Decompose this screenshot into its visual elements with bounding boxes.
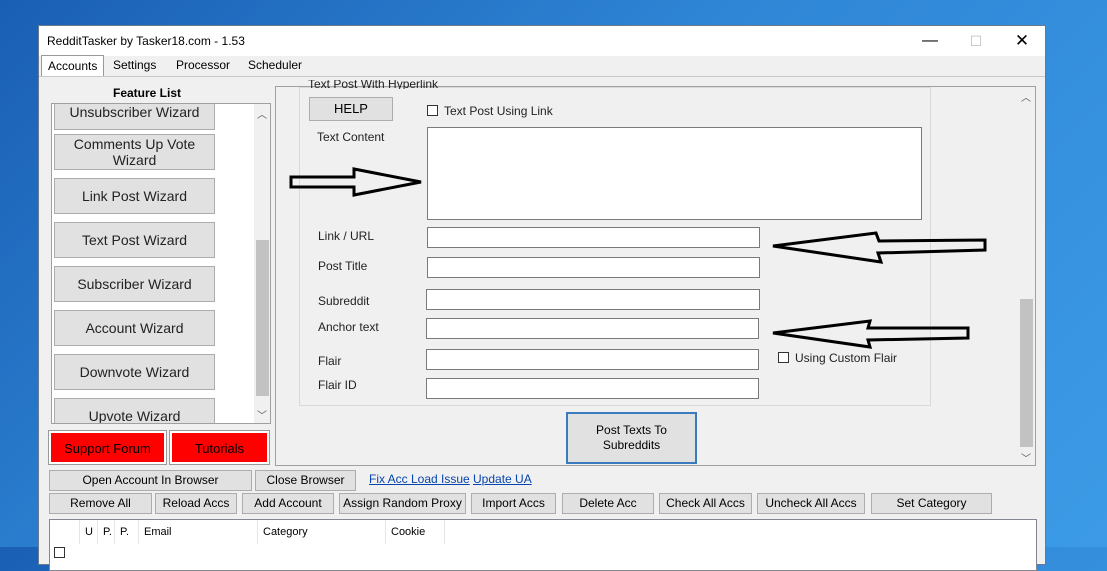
delete-acc-button[interactable]: Delete Acc bbox=[562, 493, 654, 514]
uncheck-all-accs-button[interactable]: Uncheck All Accs bbox=[757, 493, 865, 514]
feature-comments-upvote-wizard[interactable]: Comments Up Vote Wizard bbox=[54, 134, 215, 170]
scroll-thumb[interactable] bbox=[256, 240, 269, 396]
scroll-up-icon[interactable]: ︿ bbox=[257, 106, 267, 121]
feature-unsubscriber-wizard[interactable]: Unsubscriber Wizard bbox=[54, 104, 215, 130]
row-checkbox[interactable] bbox=[54, 547, 65, 558]
close-browser-button[interactable]: Close Browser bbox=[255, 470, 356, 491]
maximize-button[interactable]: ☐ bbox=[953, 26, 999, 56]
grid-header-u[interactable]: U bbox=[80, 520, 98, 544]
support-forum-button[interactable]: Support Forum bbox=[48, 430, 167, 465]
feature-list-scrollbar[interactable]: ︿ ﹀ bbox=[254, 104, 270, 423]
window-title: RedditTasker by Tasker18.com - 1.53 bbox=[47, 34, 245, 48]
arrow-to-link-url bbox=[772, 231, 987, 264]
arrow-to-anchor-text bbox=[772, 319, 970, 349]
grid-header-cookie[interactable]: Cookie bbox=[386, 520, 445, 544]
tab-scheduler[interactable]: Scheduler bbox=[242, 55, 308, 75]
feature-text-post-wizard[interactable]: Text Post Wizard bbox=[54, 222, 215, 258]
minimize-button[interactable]: — bbox=[907, 26, 953, 56]
grid-header-email[interactable]: Email bbox=[139, 520, 258, 544]
feature-upvote-wizard[interactable]: Upvote Wizard bbox=[54, 398, 215, 423]
feature-account-wizard[interactable]: Account Wizard bbox=[54, 310, 215, 346]
assign-random-proxy-button[interactable]: Assign Random Proxy bbox=[339, 493, 466, 514]
import-accs-button[interactable]: Import Accs bbox=[471, 493, 556, 514]
tab-strip-line bbox=[39, 76, 1045, 77]
add-account-button[interactable]: Add Account bbox=[242, 493, 334, 514]
main-panel: Text Post With Hyperlink HELP Text Post … bbox=[275, 80, 1036, 466]
remove-all-button[interactable]: Remove All bbox=[49, 493, 152, 514]
update-ua-link[interactable]: Update UA bbox=[473, 472, 532, 486]
main-panel-scrollbar[interactable]: ︿ ﹀ bbox=[1018, 87, 1035, 465]
app-window: RedditTasker by Tasker18.com - 1.53 — ☐ … bbox=[38, 25, 1046, 571]
panel-scroll-down-icon[interactable]: ﹀ bbox=[1021, 450, 1031, 465]
accounts-grid: U P. P. Email Category Cookie bbox=[49, 519, 1037, 571]
grid-header-category[interactable]: Category bbox=[258, 520, 386, 544]
fix-acc-load-issue-link[interactable]: Fix Acc Load Issue bbox=[369, 472, 470, 486]
annotation-arrows bbox=[289, 167, 987, 349]
arrow-to-text-content bbox=[289, 167, 422, 197]
set-category-button[interactable]: Set Category bbox=[871, 493, 992, 514]
close-button[interactable]: ✕ bbox=[999, 26, 1045, 56]
reload-accs-button[interactable]: Reload Accs bbox=[155, 493, 237, 514]
tab-accounts[interactable]: Accounts bbox=[41, 55, 105, 76]
tab-settings[interactable]: Settings bbox=[107, 55, 162, 75]
feature-list-heading: Feature List bbox=[113, 86, 182, 100]
scroll-down-icon[interactable]: ﹀ bbox=[257, 407, 267, 422]
feature-link-post-wizard[interactable]: Link Post Wizard bbox=[54, 178, 215, 214]
feature-subscriber-wizard[interactable]: Subscriber Wizard bbox=[54, 266, 215, 302]
tutorials-button[interactable]: Tutorials bbox=[169, 430, 270, 465]
title-bar: RedditTasker by Tasker18.com - 1.53 — ☐ … bbox=[39, 26, 1045, 56]
grid-header-p1[interactable]: P. bbox=[98, 520, 115, 544]
open-account-in-browser-button[interactable]: Open Account In Browser bbox=[49, 470, 252, 491]
grid-header-p2[interactable]: P. bbox=[115, 520, 139, 544]
tab-processor[interactable]: Processor bbox=[170, 55, 236, 75]
feature-downvote-wizard[interactable]: Downvote Wizard bbox=[54, 354, 215, 390]
panel-scroll-up-icon[interactable]: ︿ bbox=[1021, 89, 1031, 104]
grid-header-select bbox=[50, 520, 80, 544]
panel-scroll-thumb[interactable] bbox=[1020, 299, 1033, 447]
feature-list: Unsubscriber Wizard Comments Up Vote Wiz… bbox=[51, 103, 271, 424]
check-all-accs-button[interactable]: Check All Accs bbox=[659, 493, 752, 514]
